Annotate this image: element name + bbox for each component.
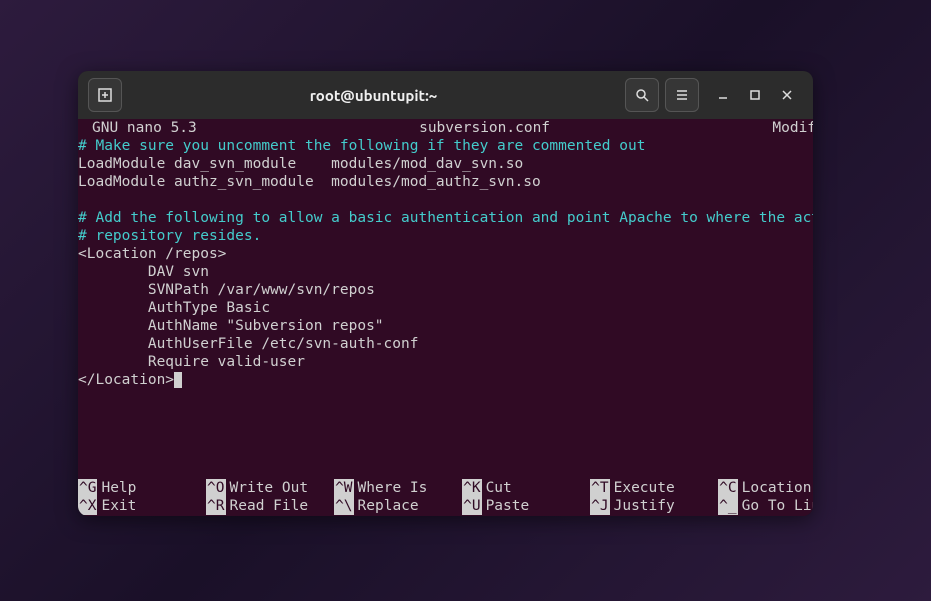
shortcut-exit: ^XExit [78, 497, 206, 515]
content-line: DAV svn [78, 264, 209, 280]
nano-shortcuts: ^GHelp ^OWrite Out ^WWhere Is ^KCut ^TEx… [78, 479, 813, 515]
empty-area [78, 389, 813, 479]
terminal-window: root@ubuntupit:~ GNU nano 5.3 subversion… [78, 71, 813, 516]
nano-status: Modified [772, 119, 813, 137]
content-line: # Make sure you uncomment the following … [78, 138, 645, 154]
content-line: AuthType Basic [78, 300, 270, 316]
content-line: <Location /repos> [78, 246, 226, 262]
titlebar: root@ubuntupit:~ [78, 71, 813, 119]
content-line: SVNPath /var/www/svn/repos [78, 282, 375, 298]
shortcut-execute: ^TExecute [590, 479, 718, 497]
cursor [174, 372, 182, 388]
shortcut-location: ^CLocation [718, 479, 813, 497]
nano-header: GNU nano 5.3 subversion.conf Modified [78, 119, 813, 137]
file-content[interactable]: # Make sure you uncomment the following … [78, 137, 813, 389]
shortcut-cut: ^KCut [462, 479, 590, 497]
nano-app-name: GNU nano 5.3 [78, 119, 197, 137]
window-controls [713, 85, 797, 105]
shortcut-justify: ^JJustify [590, 497, 718, 515]
maximize-button[interactable] [745, 85, 765, 105]
shortcut-paste: ^UPaste [462, 497, 590, 515]
window-title: root@ubuntupit:~ [128, 87, 619, 104]
content-line: AuthUserFile /etc/svn-auth-conf [78, 336, 418, 352]
shortcut-whereis: ^WWhere Is [334, 479, 462, 497]
terminal-content[interactable]: GNU nano 5.3 subversion.conf Modified # … [78, 119, 813, 516]
content-line: # repository resides. [78, 228, 261, 244]
minimize-button[interactable] [713, 85, 733, 105]
terminal-body[interactable]: GNU nano 5.3 subversion.conf Modified # … [78, 119, 813, 516]
content-line: # Add the following to allow a basic aut… [78, 210, 813, 226]
new-tab-button[interactable] [88, 78, 122, 112]
content-line: </Location> [78, 372, 174, 388]
shortcut-writeout: ^OWrite Out [206, 479, 334, 497]
shortcut-replace: ^\Replace [334, 497, 462, 515]
nano-filename: subversion.conf [197, 119, 773, 137]
menu-button[interactable] [665, 78, 699, 112]
shortcut-readfile: ^RRead File [206, 497, 334, 515]
close-button[interactable] [777, 85, 797, 105]
search-button[interactable] [625, 78, 659, 112]
shortcut-help: ^GHelp [78, 479, 206, 497]
content-line: AuthName "Subversion repos" [78, 318, 384, 334]
content-line: LoadModule dav_svn_module modules/mod_da… [78, 156, 523, 172]
content-line: LoadModule authz_svn_module modules/mod_… [78, 174, 541, 190]
shortcut-gotoline: ^_Go To Line [718, 497, 813, 515]
content-line: Require valid-user [78, 354, 305, 370]
